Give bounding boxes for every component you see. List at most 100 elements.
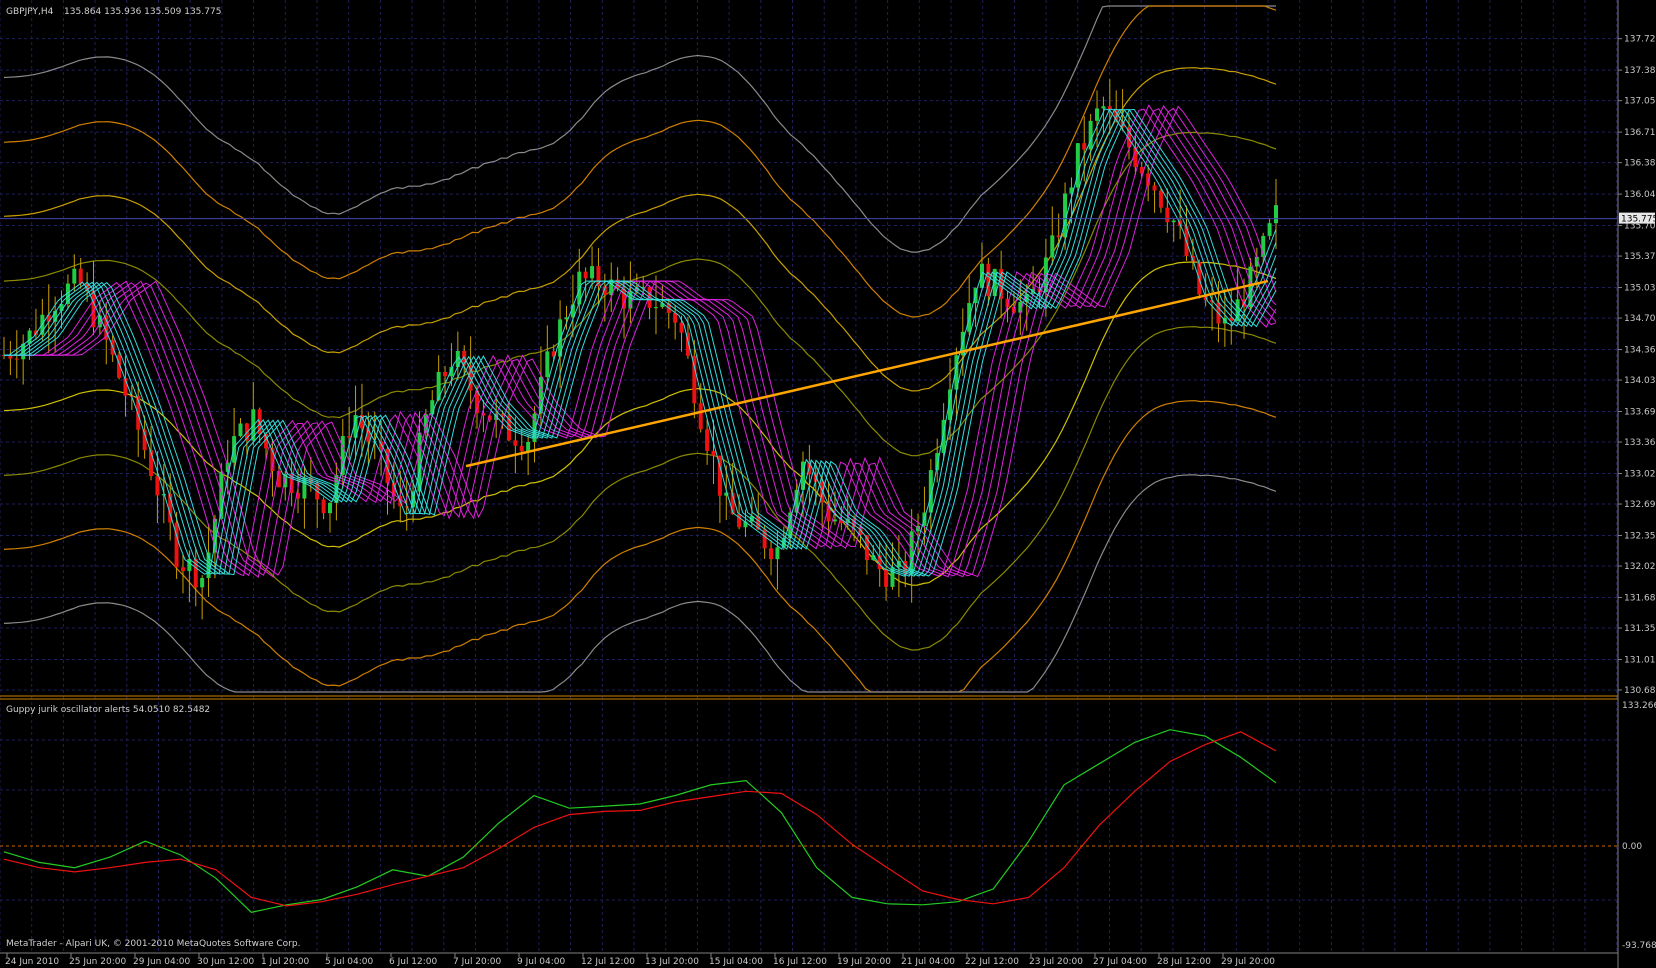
time-tick-label: 16 Jul 12:00 xyxy=(773,957,827,967)
slow-guppy-line xyxy=(4,104,1277,578)
time-tick-label: 22 Jul 12:00 xyxy=(965,957,1019,967)
price-tick-label: 136.710 xyxy=(1624,128,1656,138)
fast-guppy-line xyxy=(4,108,1277,577)
time-tick-label: 6 Jul 12:00 xyxy=(389,957,438,967)
candle-body xyxy=(27,330,32,344)
fast-guppy-line xyxy=(4,108,1277,577)
time-tick-label: 1 Jul 20:00 xyxy=(261,957,310,967)
indicator-label: Guppy jurik oscillator alerts 54.0510 82… xyxy=(6,705,210,715)
time-tick-label: 12 Jul 12:00 xyxy=(581,957,635,967)
time-tick-label: 30 Jun 12:00 xyxy=(197,957,254,967)
oscillator-slow-line xyxy=(3,731,1277,907)
current-price-label: 135.775 xyxy=(1621,215,1656,225)
candle-body xyxy=(590,266,595,279)
candle-body xyxy=(832,519,837,522)
time-tick-label: 19 Jul 20:00 xyxy=(837,957,891,967)
candle-body xyxy=(519,445,524,452)
candle-body xyxy=(327,502,332,514)
envelope-band xyxy=(3,5,1277,318)
candle-body xyxy=(1274,205,1278,224)
envelope-band xyxy=(3,5,1276,253)
candle-body xyxy=(1088,120,1093,150)
candle-body xyxy=(8,355,13,359)
price-tick-label: 134.030 xyxy=(1624,376,1656,386)
price-tick-label: 131.010 xyxy=(1624,655,1656,665)
trendline[interactable] xyxy=(465,279,1269,468)
candle-body xyxy=(200,578,205,588)
candle-body xyxy=(72,268,77,284)
candle-body xyxy=(1158,190,1163,208)
fast-guppy-line xyxy=(4,108,1277,577)
candle-body xyxy=(1056,235,1061,238)
trading-chart[interactable]: 137.720 137.380 137.050 136.710 136.380 136.0… xyxy=(0,0,1656,968)
price-tick-label: 137.720 xyxy=(1624,35,1656,45)
candle-body xyxy=(679,322,684,333)
candle-body xyxy=(1152,185,1157,191)
candle-body xyxy=(1101,106,1106,109)
fast-guppy-line xyxy=(4,108,1277,577)
candle-body xyxy=(545,351,550,377)
time-tick-label: 29 Jul 20:00 xyxy=(1221,957,1275,967)
price-tick-label: 137.380 xyxy=(1624,66,1656,76)
candle-body xyxy=(379,441,384,449)
ohlc-label: 135.864 135.936 135.509 135.775 xyxy=(64,7,221,17)
candle-body xyxy=(1165,207,1170,223)
osc-scale-bottom: -93.7688 xyxy=(1622,941,1656,951)
candle-body xyxy=(238,423,243,437)
price-tick-label: 135.030 xyxy=(1624,284,1656,294)
candle-body xyxy=(1171,220,1176,223)
oscillator-fast-line xyxy=(3,729,1277,913)
time-tick-label: 27 Jul 04:00 xyxy=(1093,957,1147,967)
osc-scale-zero: 0.00 xyxy=(1622,842,1642,852)
price-tick-label: 136.380 xyxy=(1624,159,1656,169)
price-tick-label: 137.050 xyxy=(1624,97,1656,107)
candle-body xyxy=(513,440,518,446)
price-tick-label: 132.690 xyxy=(1624,500,1656,510)
time-tick-label: 21 Jul 04:00 xyxy=(901,957,955,967)
price-tick-label: 133.690 xyxy=(1624,408,1656,418)
envelope-band xyxy=(3,326,1277,651)
candle-body xyxy=(653,307,658,309)
candle-body xyxy=(443,371,448,377)
price-tick-label: 136.040 xyxy=(1624,190,1656,200)
slow-guppy-line xyxy=(4,108,1277,578)
slow-guppy-line xyxy=(4,105,1277,578)
price-tick-label: 131.680 xyxy=(1624,593,1656,603)
price-tick-label: 132.350 xyxy=(1624,531,1656,541)
candle-body xyxy=(583,271,588,279)
candle-body xyxy=(775,547,780,560)
candle-body xyxy=(321,499,326,514)
candle-body xyxy=(711,450,716,456)
envelope-band xyxy=(3,261,1277,586)
candle-body xyxy=(78,268,83,284)
price-tick-label: 135.370 xyxy=(1624,252,1656,262)
slow-guppy-line xyxy=(4,104,1277,578)
time-tick-label: 13 Jul 20:00 xyxy=(645,957,699,967)
candle-body xyxy=(698,403,703,430)
guppy-ribbons xyxy=(4,104,1277,578)
candle-body xyxy=(404,506,409,508)
time-tick-label: 29 Jun 04:00 xyxy=(133,957,190,967)
time-tick-label: 5 Jul 04:00 xyxy=(325,957,374,967)
candle-body xyxy=(705,429,710,451)
candle-body xyxy=(14,358,19,360)
price-tick-label: 133.020 xyxy=(1624,470,1656,480)
time-tick-label: 23 Jul 20:00 xyxy=(1029,957,1083,967)
candle-body xyxy=(769,548,774,560)
oscillator-lines xyxy=(3,729,1277,913)
fast-guppy-line xyxy=(4,108,1277,577)
envelope-bands xyxy=(3,5,1277,693)
symbol-label: GBPJPY,H4 xyxy=(6,7,54,17)
time-tick-label: 15 Jul 04:00 xyxy=(709,957,763,967)
candle-body xyxy=(526,441,531,452)
copyright-text: MetaTrader - Alpari UK, © 2001-2010 Meta… xyxy=(6,939,300,949)
slow-guppy-line xyxy=(4,108,1277,577)
price-tick-label: 132.020 xyxy=(1624,562,1656,572)
candle-body xyxy=(884,568,889,587)
osc-scale-top: 133.266 xyxy=(1622,701,1656,711)
candle-body xyxy=(232,436,237,463)
price-tick-label: 134.700 xyxy=(1624,314,1656,324)
candle-body xyxy=(155,476,160,496)
price-tick-label: 130.680 xyxy=(1624,686,1656,696)
candle-body xyxy=(1082,143,1087,150)
